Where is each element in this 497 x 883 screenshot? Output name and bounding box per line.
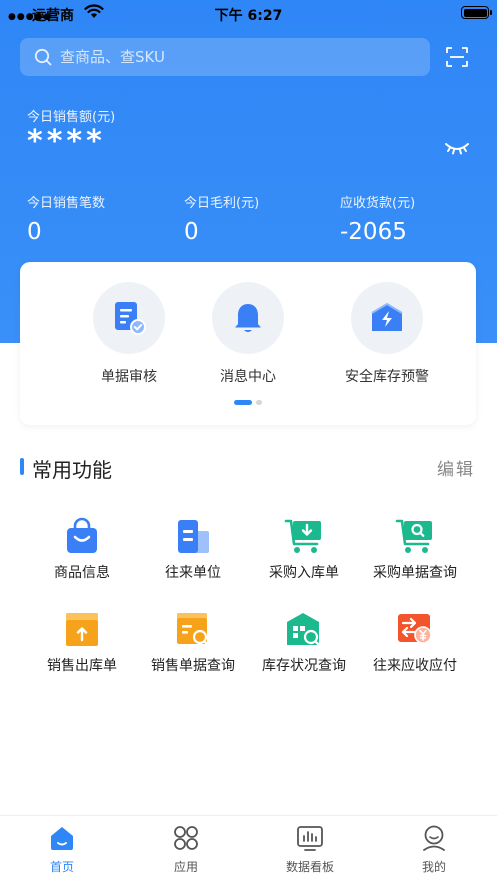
tab-bar: 首页 应用 数据看板 我的 bbox=[0, 815, 497, 883]
dashboard-icon bbox=[297, 826, 323, 851]
warehouse-search-icon bbox=[287, 613, 321, 647]
quick-action-circle bbox=[93, 282, 165, 354]
function-label: 销售单据查询 bbox=[151, 658, 235, 674]
building-icon bbox=[178, 520, 209, 553]
receipt-search-icon bbox=[177, 613, 210, 647]
tab-home[interactable]: 首页 bbox=[0, 822, 124, 875]
quick-action-stock-alert[interactable]: 安全库存预警 bbox=[317, 282, 457, 386]
box-out-icon bbox=[66, 613, 98, 646]
search-input[interactable] bbox=[60, 48, 400, 66]
function-label: 销售出库单 bbox=[47, 658, 117, 674]
tab-dashboard[interactable]: 数据看板 bbox=[248, 822, 372, 875]
stat-label: 今日毛利(元) bbox=[184, 196, 260, 211]
tab-label: 首页 bbox=[49, 860, 74, 874]
tab-label: 我的 bbox=[421, 860, 446, 874]
tab-profile[interactable]: 我的 bbox=[372, 822, 496, 875]
document-check-icon bbox=[115, 302, 146, 335]
exchange-yen-icon bbox=[398, 614, 432, 644]
battery-icon bbox=[461, 6, 492, 19]
function-product-info[interactable]: 商品信息 bbox=[20, 515, 144, 582]
function-label: 采购单据查询 bbox=[373, 565, 457, 581]
stat-value: -2065 bbox=[340, 219, 407, 245]
quick-action-circle bbox=[212, 282, 284, 354]
stat-gross-profit: 今日毛利(元) 0 bbox=[184, 192, 259, 245]
search-bar[interactable] bbox=[20, 38, 430, 76]
stat-label: 应收货款(元) bbox=[340, 196, 416, 211]
profile-icon bbox=[423, 825, 445, 851]
status-time: 下午 6:27 bbox=[214, 8, 283, 24]
function-sales-outbound[interactable]: 销售出库单 bbox=[20, 608, 144, 675]
tab-label: 应用 bbox=[173, 860, 198, 874]
function-partners[interactable]: 往来单位 bbox=[131, 515, 255, 582]
status-bar: ●●●●● 运营商 下午 6:27 bbox=[0, 0, 497, 26]
function-purchase-query[interactable]: 采购单据查询 bbox=[353, 515, 477, 582]
function-receivables-payables[interactable]: 往来应收应付 bbox=[353, 608, 477, 675]
tab-apps[interactable]: 应用 bbox=[124, 822, 248, 875]
function-label: 往来单位 bbox=[165, 565, 221, 581]
edit-button[interactable]: 编辑 bbox=[437, 455, 475, 480]
pager-dots bbox=[20, 400, 476, 405]
quick-action-message-center[interactable]: 消息中心 bbox=[178, 282, 318, 386]
warehouse-alert-icon bbox=[371, 302, 403, 331]
pager-dot-active bbox=[234, 400, 252, 405]
stat-value: 0 bbox=[184, 219, 199, 245]
pager-dot bbox=[256, 400, 262, 405]
function-sales-query[interactable]: 销售单据查询 bbox=[131, 608, 255, 675]
cart-search-icon bbox=[395, 519, 432, 553]
stat-value: 0 bbox=[27, 219, 42, 245]
function-label: 采购入库单 bbox=[269, 565, 339, 581]
tab-label: 数据看板 bbox=[285, 860, 334, 874]
shopping-bag-icon bbox=[67, 517, 97, 553]
search-icon bbox=[34, 48, 52, 66]
function-label: 往来应收应付 bbox=[373, 658, 457, 674]
eye-closed-icon[interactable] bbox=[444, 139, 470, 157]
function-stock-query[interactable]: 库存状况查询 bbox=[242, 608, 366, 675]
stat-sales-count: 今日销售笔数 0 bbox=[27, 192, 105, 245]
quick-action-label: 安全库存预警 bbox=[345, 369, 429, 385]
sales-value: **** bbox=[27, 124, 106, 159]
quick-action-circle bbox=[351, 282, 423, 354]
stat-receivables: 应收货款(元) -2065 bbox=[340, 192, 415, 245]
sales-label: 今日销售额(元) bbox=[27, 110, 116, 125]
stat-label: 今日销售笔数 bbox=[27, 196, 106, 211]
function-label: 商品信息 bbox=[54, 565, 110, 581]
quick-actions-card: 单据审核 消息中心 安全库存预警 bbox=[20, 262, 476, 425]
home-icon bbox=[51, 827, 73, 850]
cart-in-icon bbox=[284, 519, 321, 553]
section-accent-bar bbox=[20, 458, 24, 475]
function-purchase-inbound[interactable]: 采购入库单 bbox=[242, 515, 366, 582]
quick-action-label: 消息中心 bbox=[220, 369, 276, 385]
bell-icon bbox=[235, 304, 261, 332]
scan-icon[interactable] bbox=[445, 45, 469, 69]
apps-icon bbox=[174, 826, 198, 850]
function-label: 库存状况查询 bbox=[262, 658, 346, 674]
section-title: 常用功能 bbox=[32, 458, 112, 482]
